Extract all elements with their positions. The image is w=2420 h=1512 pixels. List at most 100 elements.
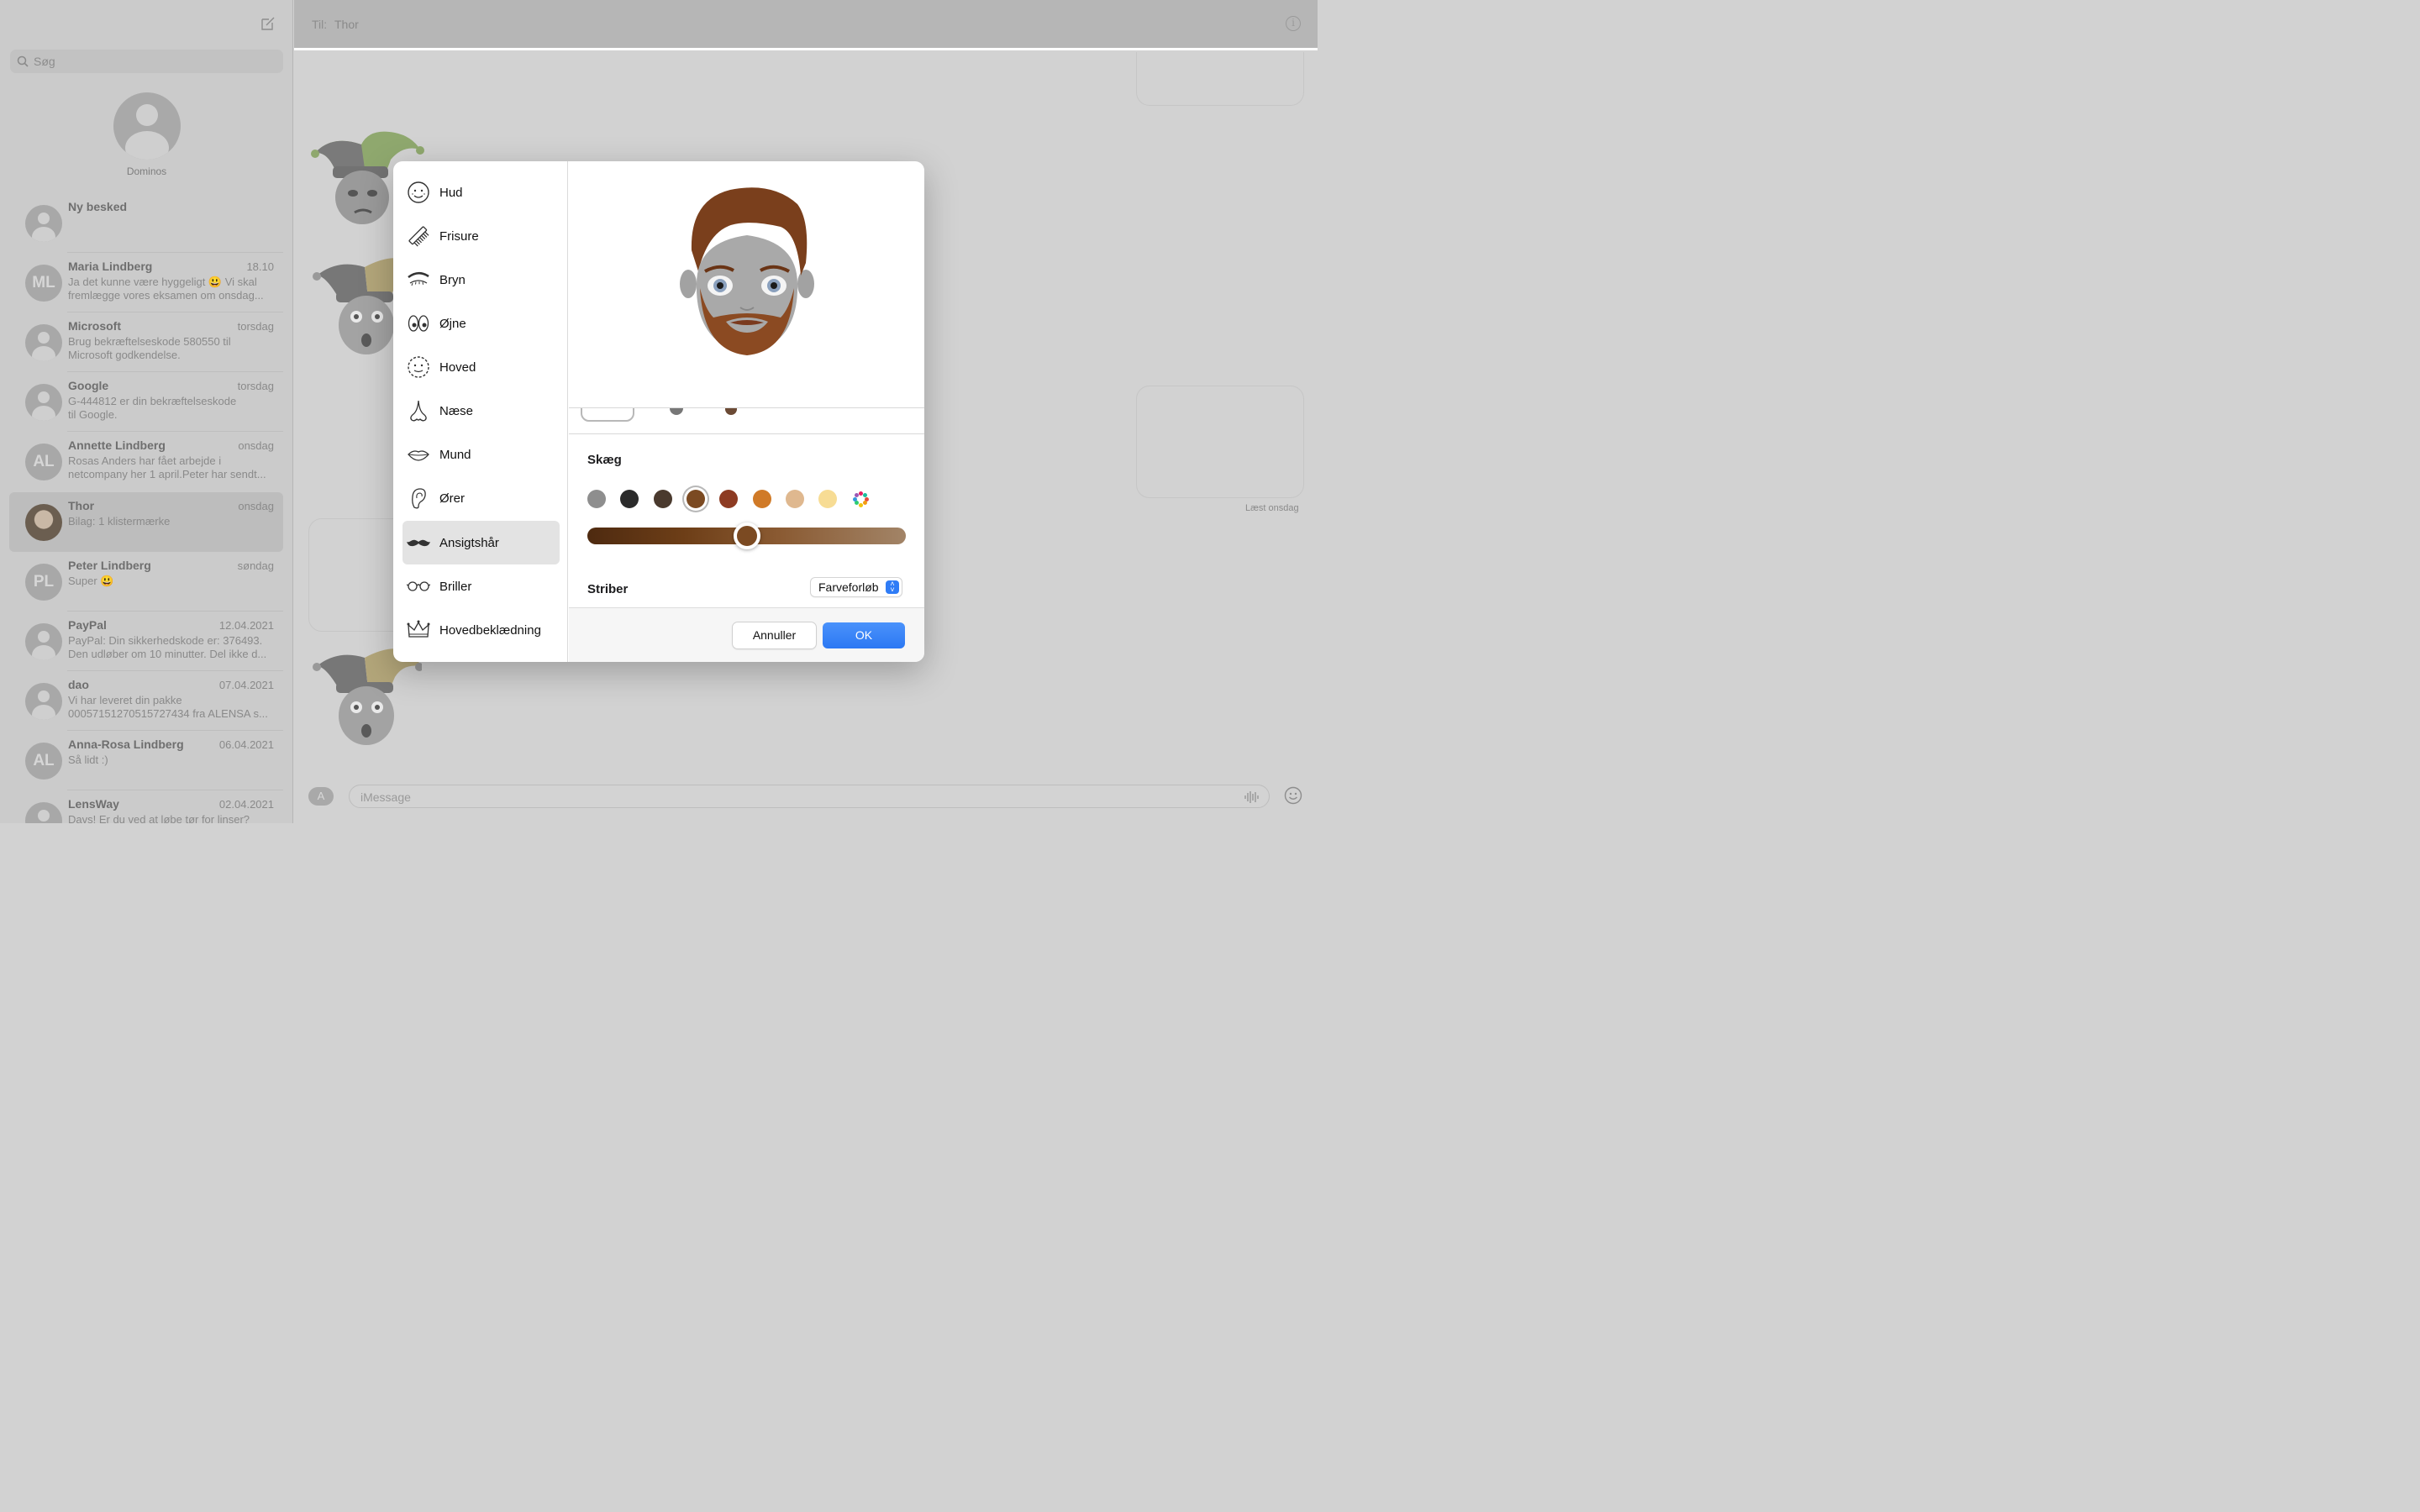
conversation-item-thor[interactable]: Thor onsdag Bilag: 1 klistermærke <box>9 492 283 552</box>
message-bubble-outgoing <box>1136 386 1304 498</box>
conversation-item-google[interactable]: Google torsdag G-444812 er din bekræftel… <box>9 372 283 432</box>
color-swatch[interactable] <box>818 490 838 508</box>
mouth-icon <box>408 450 429 461</box>
conversation-item-dao[interactable]: dao 07.04.2021 Vi har leveret din pakke … <box>9 671 283 731</box>
conversation-header: Til: Thor i <box>294 0 1318 48</box>
conversation-item-anna-rosa[interactable]: AL Anna-Rosa Lindberg 06.04.2021 Så lidt… <box>9 731 283 790</box>
stripes-popup[interactable]: Farveforløb ˄ ˅ <box>811 578 902 596</box>
color-swatch[interactable] <box>719 490 739 508</box>
send-progress-bar <box>294 48 1318 50</box>
color-swatch[interactable] <box>587 490 606 508</box>
conversation-time: onsdag <box>238 439 274 452</box>
category-label: Bryn <box>439 272 466 287</box>
category-briller[interactable]: Briller <box>402 564 560 608</box>
shade-slider[interactable] <box>587 522 906 549</box>
conversation-item-peter[interactable]: PL Peter Lindberg søndag Super 😃 <box>9 552 283 612</box>
conversation-preview: Så lidt :) <box>68 753 108 766</box>
message-input[interactable]: iMessage <box>349 785 1270 808</box>
sidebar: Søg Dominos Ny besked ML Maria Lindberg … <box>0 0 293 823</box>
color-swatch[interactable] <box>653 490 672 508</box>
feature-category-list: Hud Frisure Bryn Øjne Hoved Næse Mund Ør… <box>393 161 568 662</box>
conversation-time: 18.10 <box>246 260 274 273</box>
conversation-time: søndag <box>237 559 274 572</box>
face-skin-icon <box>408 181 429 203</box>
dialog-footer: Annuller OK <box>569 607 924 662</box>
beard-style-option[interactable] <box>725 408 737 415</box>
conversation-preview: Super 😃 <box>68 575 114 587</box>
conversation-item-maria[interactable]: ML Maria Lindberg 18.10 Ja det kunne vær… <box>9 253 283 312</box>
pinned-name: Dominos <box>126 165 167 177</box>
color-swatch[interactable] <box>620 490 639 508</box>
conversation-item-lensway[interactable]: LensWay 02.04.2021 Davs! Er du ved at lø… <box>9 790 283 823</box>
nose-icon <box>410 400 427 422</box>
conversation-preview: Davs! Er du ved at løbe tør for linser? <box>68 813 250 823</box>
conversation-time: 12.04.2021 <box>218 619 274 632</box>
conversation-name: Annette Lindberg <box>68 438 166 452</box>
category-mund[interactable]: Mund <box>402 433 560 476</box>
memoji-editor-dialog: Hud Frisure Bryn Øjne Hoved Næse Mund Ør… <box>393 161 924 662</box>
message-placeholder: iMessage <box>360 790 411 804</box>
category-label: Øjne <box>439 316 466 331</box>
eyes-icon <box>408 315 429 332</box>
category-hud[interactable]: Hud <box>402 171 560 214</box>
conversation-preview: Ja det kunne være hyggeligt 😃 Vi skal fr… <box>68 276 264 302</box>
message-input-bar: A iMessage <box>294 781 1318 823</box>
read-receipt: Læst onsdag <box>1245 503 1299 513</box>
category-label: Briller <box>439 579 472 594</box>
to-label: Til: <box>312 18 328 31</box>
conversation-item-annette[interactable]: AL Annette Lindberg onsdag Rosas Anders … <box>9 432 283 491</box>
category-orer[interactable]: Ører <box>402 476 560 520</box>
color-swatch[interactable] <box>785 490 804 508</box>
category-hovedbeklaedning[interactable]: Hovedbeklædning <box>402 608 560 652</box>
search-field[interactable]: Søg <box>10 50 283 73</box>
color-swatch[interactable] <box>752 490 771 508</box>
category-label: Næse <box>439 403 474 418</box>
avatar: ML <box>25 265 62 302</box>
pinned-conversation[interactable]: Dominos <box>0 92 293 177</box>
conversation-preview: Bilag: 1 klistermærke <box>68 515 171 528</box>
conversation-item-microsoft[interactable]: Microsoft torsdag Brug bekræftelseskode … <box>9 312 283 372</box>
conversation-preview: Rosas Anders har fået arbejde i netcompa… <box>68 454 266 480</box>
comb-icon <box>408 226 429 247</box>
category-label: Hud <box>439 185 463 200</box>
conversation-preview: G-444812 er din bekræftelseskode til Goo… <box>68 395 237 421</box>
category-hoved[interactable]: Hoved <box>402 345 560 389</box>
conversation-preview: Vi har leveret din pakke 000571512705157… <box>68 694 268 720</box>
memoji-preview <box>569 161 924 408</box>
conversation-item-paypal[interactable]: PayPal 12.04.2021 PayPal: Din sikkerheds… <box>9 612 283 671</box>
beard-style-option[interactable] <box>670 408 683 415</box>
category-label: Hovedbeklædning <box>439 622 541 638</box>
beard-style-strip[interactable] <box>569 408 924 434</box>
conversation-time: onsdag <box>238 500 274 512</box>
ok-button[interactable]: OK <box>823 622 905 648</box>
custom-color-icon[interactable] <box>851 490 871 508</box>
chevron-up-down-icon: ˄ ˅ <box>886 580 899 594</box>
conversation-name: Maria Lindberg <box>68 260 153 273</box>
category-ojne[interactable]: Øjne <box>402 302 560 345</box>
recipient-name[interactable]: Thor <box>334 18 359 31</box>
category-label: Frisure <box>439 228 479 244</box>
category-naese[interactable]: Næse <box>402 389 560 433</box>
avatar <box>25 504 62 541</box>
category-bryn[interactable]: Bryn <box>402 258 560 302</box>
color-swatch[interactable] <box>686 490 705 508</box>
beard-style-option-selected[interactable] <box>581 408 634 422</box>
audio-waveform-icon[interactable] <box>1244 790 1259 804</box>
mustache-icon <box>407 539 430 547</box>
avatar: AL <box>25 743 62 780</box>
info-icon[interactable]: i <box>1286 16 1301 31</box>
conversation-preview: PayPal: Din sikkerhedskode er: 376493. D… <box>68 634 267 660</box>
category-ansigtshar[interactable]: Ansigtshår <box>402 521 560 564</box>
category-label: Ører <box>439 491 465 506</box>
conversation-item-ny-besked[interactable]: Ny besked <box>9 193 283 253</box>
compose-icon[interactable] <box>260 16 276 31</box>
emoji-icon[interactable] <box>1284 786 1302 805</box>
conversation-name: PayPal <box>68 618 107 632</box>
message-bubble-outgoing <box>1136 52 1304 106</box>
conversation-time: torsdag <box>237 320 274 333</box>
app-store-icon[interactable]: A <box>308 787 334 806</box>
category-frisure[interactable]: Frisure <box>402 214 560 258</box>
avatar <box>25 324 62 361</box>
cancel-button[interactable]: Annuller <box>733 622 816 648</box>
slider-thumb[interactable] <box>733 522 760 549</box>
